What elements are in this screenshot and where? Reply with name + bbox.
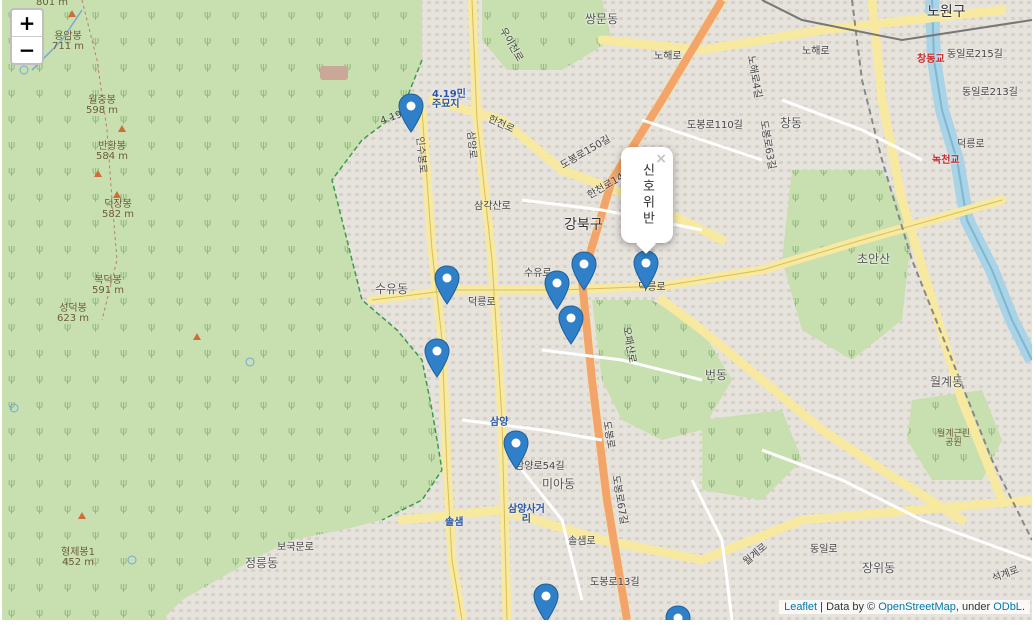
- label-road-nohae-2: 노해로: [802, 46, 830, 57]
- label-peak-bokdeok: 복덕봉 591 m: [92, 275, 125, 296]
- zoom-in-button[interactable]: +: [12, 10, 42, 36]
- label-jangwi-dong: 장위동: [862, 561, 896, 575]
- label-solsaem: 솔샘: [445, 517, 464, 528]
- map-marker[interactable]: [571, 251, 597, 291]
- label-peak-seongdeok: 성덕봉 623 m: [57, 303, 90, 324]
- zoom-control: + −: [10, 8, 44, 65]
- map-marker-selected[interactable]: [633, 250, 659, 290]
- label-chang-dong: 창동: [780, 116, 803, 130]
- label-road-solsaem: 솔샘로: [568, 536, 596, 547]
- attribution-under: , under: [955, 601, 994, 613]
- label-nokcheon-bridge: 녹천교: [932, 155, 960, 166]
- label-road-dongil215: 동일로215길: [947, 49, 1003, 60]
- map-marker[interactable]: [398, 93, 424, 133]
- label-peak-banhwang: 반황봉 584 m: [96, 141, 129, 162]
- label-samyang-crossroad: 삼양사거 리: [508, 504, 545, 525]
- label-changdong-bridge: 창동교: [917, 54, 945, 65]
- label-choansan: 초안산: [857, 252, 891, 266]
- label-mia-dong: 미아동: [542, 477, 576, 491]
- map-marker[interactable]: [665, 605, 691, 620]
- leaflet-link[interactable]: Leaflet: [784, 601, 817, 613]
- label-road-samgak: 삼각산로: [474, 201, 511, 212]
- marker-popup: × 신호위반: [621, 147, 673, 254]
- label-road-samyang: 삼양로: [464, 130, 478, 160]
- map-marker[interactable]: [434, 265, 460, 305]
- label-wolgye-dong: 월계동: [930, 375, 964, 389]
- zoom-out-button[interactable]: −: [12, 36, 42, 63]
- label-road-deokneung-b: 덕릉로: [957, 139, 985, 150]
- map-marker[interactable]: [544, 270, 570, 310]
- map-marker[interactable]: [533, 583, 559, 620]
- map-marker[interactable]: [558, 305, 584, 345]
- map-base: ψ: [2, 0, 1032, 620]
- label-suyu-dong: 수유동: [375, 282, 409, 296]
- label-road-bokuk: 보국문로: [277, 542, 314, 553]
- label-road-deokneung: 덕릉로: [468, 297, 496, 308]
- label-jeongneung-dong: 정릉동: [245, 556, 279, 570]
- osm-link[interactable]: OpenStreetMap: [878, 601, 956, 613]
- label-peak-hyeongje: 형제봉1 452 m: [61, 547, 95, 568]
- odbl-link[interactable]: ODbL: [993, 601, 1022, 613]
- map-marker[interactable]: [503, 430, 529, 470]
- label-samyang: 삼양: [490, 417, 509, 428]
- label-peak-deokjang: 덕장봉 582 m: [102, 199, 135, 220]
- label-road-dobong110: 도봉로110길: [687, 120, 743, 131]
- label-gangbuk-gu: 강북구: [564, 217, 603, 233]
- label-peak-801: 801 m: [36, 0, 69, 8]
- label-peak-yongam: 용암봉 711 m: [52, 31, 85, 52]
- popup-text: 신호위반: [639, 163, 655, 227]
- map-view[interactable]: ψ: [2, 0, 1032, 620]
- label-road-dongil: 동일로: [810, 544, 838, 555]
- label-road-insu: 인수봉로: [413, 136, 428, 174]
- label-wolgye-park: 월계근린 공원: [937, 429, 971, 448]
- label-ssangmun-dong: 쌍문동: [585, 12, 619, 26]
- map-marker[interactable]: [424, 338, 450, 378]
- label-peak-woljung: 월중봉 598 m: [86, 95, 119, 116]
- attribution-sep: | Data by ©: [817, 601, 879, 613]
- label-road-dongil213: 동일로213길: [962, 87, 1018, 98]
- label-nowon-gu: 노원구: [927, 4, 966, 20]
- attribution-end: .: [1021, 601, 1025, 613]
- label-road-dobong13: 도봉로13길: [590, 577, 640, 588]
- label-beon-dong: 번동: [705, 368, 728, 382]
- label-419-cemetery: 4.19민 주묘지: [432, 89, 466, 110]
- map-attribution: Leaflet | Data by © OpenStreetMap, under…: [779, 600, 1030, 614]
- label-road-nohae-1: 노해로: [654, 51, 682, 62]
